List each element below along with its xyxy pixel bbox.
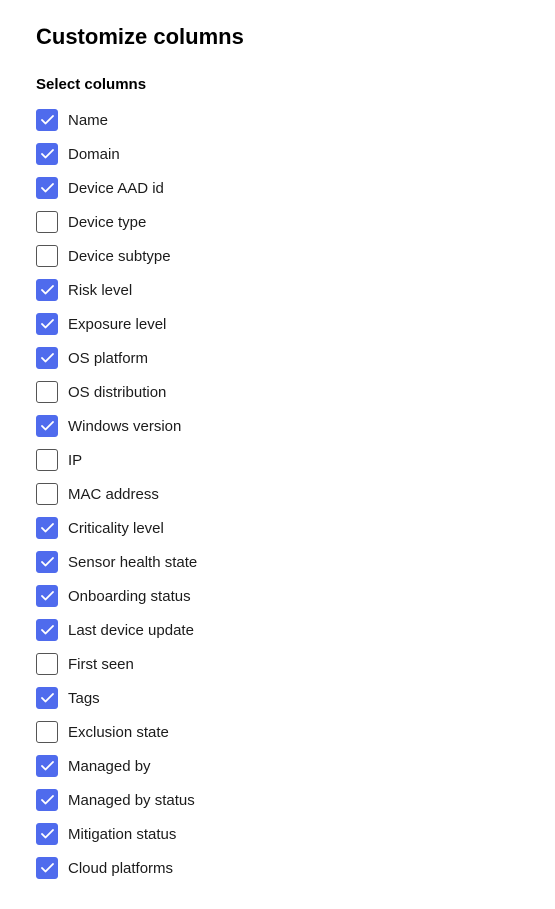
check-icon bbox=[41, 591, 54, 601]
checkbox-row-domain[interactable]: Domain bbox=[36, 137, 519, 171]
checkbox-label-windows-version: Windows version bbox=[68, 418, 181, 435]
checkbox-row-device-type[interactable]: Device type bbox=[36, 205, 519, 239]
checkbox-row-first-seen[interactable]: First seen bbox=[36, 647, 519, 681]
checkbox-row-device-aad-id[interactable]: Device AAD id bbox=[36, 171, 519, 205]
checkbox-exposure-level[interactable] bbox=[36, 313, 58, 335]
checkbox-label-cloud-platforms: Cloud platforms bbox=[68, 860, 173, 877]
checkbox-row-mac-address[interactable]: MAC address bbox=[36, 477, 519, 511]
checkbox-tags[interactable] bbox=[36, 687, 58, 709]
checkbox-mac-address[interactable] bbox=[36, 483, 58, 505]
checkbox-label-device-aad-id: Device AAD id bbox=[68, 180, 164, 197]
checkbox-label-os-platform: OS platform bbox=[68, 350, 148, 367]
checkbox-label-mac-address: MAC address bbox=[68, 486, 159, 503]
page-title: Customize columns bbox=[36, 24, 519, 50]
checkbox-row-ip[interactable]: IP bbox=[36, 443, 519, 477]
check-icon bbox=[41, 183, 54, 193]
checkbox-label-criticality-level: Criticality level bbox=[68, 520, 164, 537]
checkbox-row-cloud-platforms[interactable]: Cloud platforms bbox=[36, 851, 519, 885]
checkbox-label-sensor-health-state: Sensor health state bbox=[68, 554, 197, 571]
checkbox-onboarding-status[interactable] bbox=[36, 585, 58, 607]
section-label: Select columns bbox=[36, 76, 519, 93]
checkbox-label-tags: Tags bbox=[68, 690, 100, 707]
checkbox-label-exclusion-state: Exclusion state bbox=[68, 724, 169, 741]
checkbox-row-windows-version[interactable]: Windows version bbox=[36, 409, 519, 443]
checkbox-label-risk-level: Risk level bbox=[68, 282, 132, 299]
checkbox-row-device-subtype[interactable]: Device subtype bbox=[36, 239, 519, 273]
checkbox-row-managed-by-status[interactable]: Managed by status bbox=[36, 783, 519, 817]
checkbox-managed-by-status[interactable] bbox=[36, 789, 58, 811]
check-icon bbox=[41, 625, 54, 635]
checkbox-sensor-health-state[interactable] bbox=[36, 551, 58, 573]
checkbox-label-os-distribution: OS distribution bbox=[68, 384, 166, 401]
check-icon bbox=[41, 421, 54, 431]
checkbox-name[interactable] bbox=[36, 109, 58, 131]
checkbox-row-criticality-level[interactable]: Criticality level bbox=[36, 511, 519, 545]
check-icon bbox=[41, 863, 54, 873]
check-icon bbox=[41, 829, 54, 839]
check-icon bbox=[41, 523, 54, 533]
checkbox-row-sensor-health-state[interactable]: Sensor health state bbox=[36, 545, 519, 579]
checkbox-os-distribution[interactable] bbox=[36, 381, 58, 403]
checkbox-domain[interactable] bbox=[36, 143, 58, 165]
checkbox-last-device-update[interactable] bbox=[36, 619, 58, 641]
checkbox-cloud-platforms[interactable] bbox=[36, 857, 58, 879]
checkbox-device-subtype[interactable] bbox=[36, 245, 58, 267]
checkbox-row-exposure-level[interactable]: Exposure level bbox=[36, 307, 519, 341]
checkbox-mitigation-status[interactable] bbox=[36, 823, 58, 845]
checkbox-label-exposure-level: Exposure level bbox=[68, 316, 166, 333]
check-icon bbox=[41, 761, 54, 771]
checkbox-windows-version[interactable] bbox=[36, 415, 58, 437]
checkbox-criticality-level[interactable] bbox=[36, 517, 58, 539]
checkbox-label-name: Name bbox=[68, 112, 108, 129]
checkbox-label-last-device-update: Last device update bbox=[68, 622, 194, 639]
checkbox-row-last-device-update[interactable]: Last device update bbox=[36, 613, 519, 647]
checkbox-risk-level[interactable] bbox=[36, 279, 58, 301]
checkbox-row-managed-by[interactable]: Managed by bbox=[36, 749, 519, 783]
check-icon bbox=[41, 115, 54, 125]
checkbox-label-mitigation-status: Mitigation status bbox=[68, 826, 176, 843]
checkbox-row-exclusion-state[interactable]: Exclusion state bbox=[36, 715, 519, 749]
checkbox-label-domain: Domain bbox=[68, 146, 120, 163]
checkbox-row-onboarding-status[interactable]: Onboarding status bbox=[36, 579, 519, 613]
checkbox-device-aad-id[interactable] bbox=[36, 177, 58, 199]
checkbox-device-type[interactable] bbox=[36, 211, 58, 233]
checkbox-label-first-seen: First seen bbox=[68, 656, 134, 673]
check-icon bbox=[41, 285, 54, 295]
checkbox-exclusion-state[interactable] bbox=[36, 721, 58, 743]
check-icon bbox=[41, 795, 54, 805]
checkbox-label-ip: IP bbox=[68, 452, 82, 469]
checkbox-managed-by[interactable] bbox=[36, 755, 58, 777]
checkbox-label-device-type: Device type bbox=[68, 214, 146, 231]
checkbox-label-managed-by-status: Managed by status bbox=[68, 792, 195, 809]
check-icon bbox=[41, 149, 54, 159]
checkbox-first-seen[interactable] bbox=[36, 653, 58, 675]
check-icon bbox=[41, 319, 54, 329]
checkbox-ip[interactable] bbox=[36, 449, 58, 471]
checkbox-os-platform[interactable] bbox=[36, 347, 58, 369]
checkbox-row-name[interactable]: Name bbox=[36, 103, 519, 137]
checkbox-label-onboarding-status: Onboarding status bbox=[68, 588, 191, 605]
checkbox-row-risk-level[interactable]: Risk level bbox=[36, 273, 519, 307]
check-icon bbox=[41, 353, 54, 363]
checkbox-row-os-distribution[interactable]: OS distribution bbox=[36, 375, 519, 409]
checkbox-row-mitigation-status[interactable]: Mitigation status bbox=[36, 817, 519, 851]
checkbox-row-os-platform[interactable]: OS platform bbox=[36, 341, 519, 375]
checkbox-label-device-subtype: Device subtype bbox=[68, 248, 171, 265]
check-icon bbox=[41, 557, 54, 567]
check-icon bbox=[41, 693, 54, 703]
checkbox-row-tags[interactable]: Tags bbox=[36, 681, 519, 715]
column-checkbox-list: Name Domain Device AAD id Device type Device… bbox=[36, 103, 519, 885]
checkbox-label-managed-by: Managed by bbox=[68, 758, 151, 775]
